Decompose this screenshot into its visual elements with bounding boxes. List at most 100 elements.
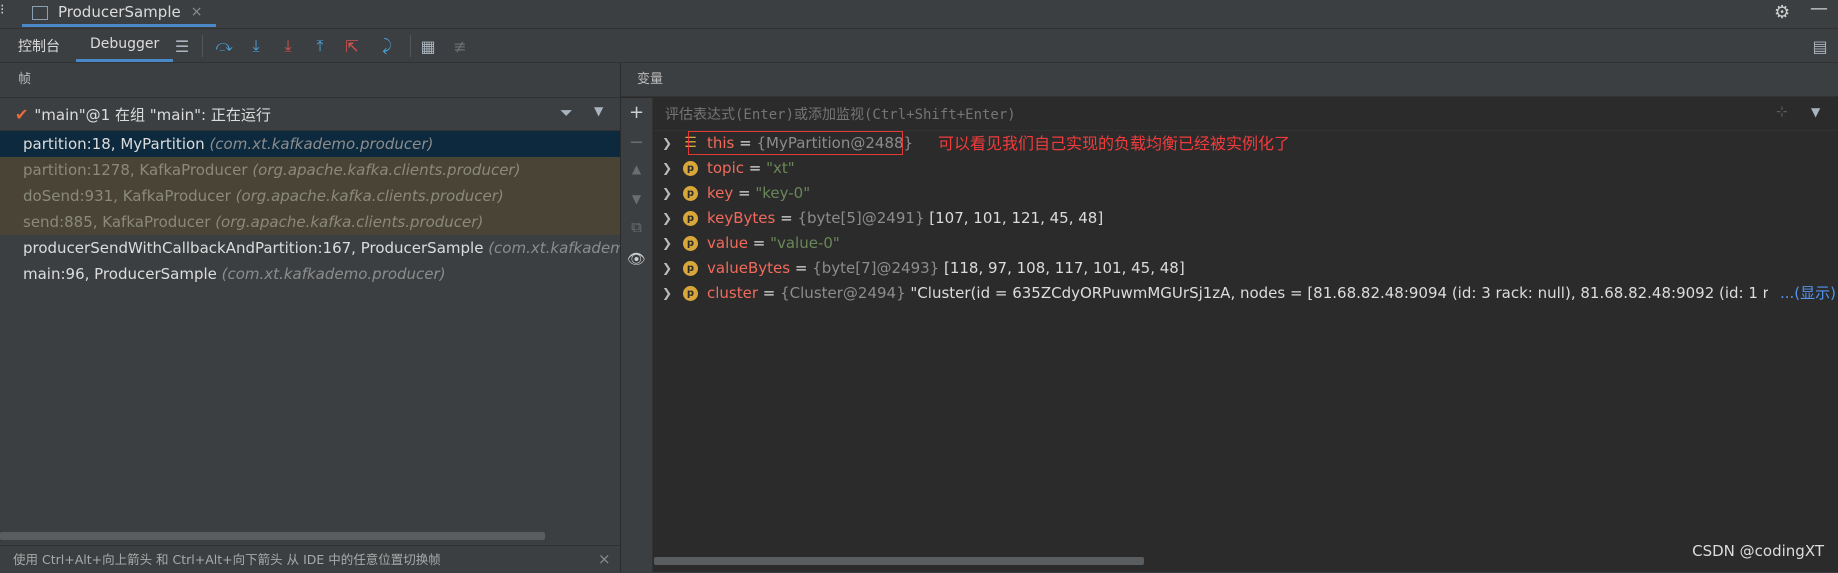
equals-sign: = xyxy=(758,284,781,302)
drop-frame-icon[interactable]: ⇱ xyxy=(340,34,364,58)
run-config-icon[interactable]: ⁝ xyxy=(0,2,4,18)
force-step-into-icon[interactable]: ⤓ xyxy=(276,34,300,58)
step-over-icon[interactable]: ⤼ xyxy=(212,34,236,58)
frames-horizontal-scrollbar[interactable] xyxy=(0,532,545,540)
toolbar-divider xyxy=(410,35,411,57)
equals-sign: = xyxy=(747,234,771,252)
editor-tab-bar: ⁝ ProducerSample × ⚙ — xyxy=(0,0,1838,29)
expand-chevron-icon[interactable]: ❯ xyxy=(662,131,672,156)
expand-chevron-icon[interactable]: ❯ xyxy=(662,206,672,231)
variables-tree: ❯ ☰ this = {MyPartition@2488} ❯ p topic = "xt… xyxy=(653,131,1838,306)
expand-chevron-icon[interactable]: ❯ xyxy=(662,156,672,181)
frames-list: partition:18, MyPartition (com.xt.kafkad… xyxy=(0,131,620,287)
stack-frame[interactable]: partition:18, MyPartition (com.xt.kafkad… xyxy=(0,131,620,157)
variable-name: keyBytes xyxy=(707,209,776,227)
variables-panel: 变量 + − ▲ ▼ ⧉ 👁 ⊹ ▼ ❯☰this = {MyPartition… xyxy=(621,63,1838,572)
frame-method: partition:18, MyPartition xyxy=(23,135,210,153)
run-to-cursor-icon[interactable]: ⤸ xyxy=(375,34,399,58)
variable-type: {Cluster@2494} xyxy=(780,284,911,302)
hint-close-icon[interactable]: × xyxy=(598,546,611,573)
step-out-icon[interactable]: ⤒ xyxy=(308,34,332,58)
equals-sign: = xyxy=(790,259,813,277)
annotation-text: 可以看见我们自己实现的负载均衡已经被实例化了 xyxy=(938,134,1291,153)
frame-package: (org.apache.kafka.clients.producer) xyxy=(235,187,504,205)
stack-frame[interactable]: partition:1278, KafkaProducer (org.apach… xyxy=(0,157,620,183)
expand-chevron-icon[interactable]: ❯ xyxy=(662,231,672,256)
stack-frame[interactable]: send:885, KafkaProducer (org.apache.kafk… xyxy=(0,209,620,235)
parameter-icon: p xyxy=(683,236,698,251)
tab-title: ProducerSample xyxy=(58,3,181,21)
frame-method: partition:1278, KafkaProducer xyxy=(23,161,253,179)
tab-debugger[interactable]: Debugger xyxy=(76,29,174,62)
variables-side-toolbar: + − ▲ ▼ ⧉ 👁 xyxy=(621,98,653,572)
stack-frame[interactable]: doSend:931, KafkaProducer (org.apache.ka… xyxy=(0,183,620,209)
evaluate-expression-input[interactable] xyxy=(663,102,1767,128)
stack-frame[interactable]: main:96, ProducerSample (com.xt.kafkadem… xyxy=(0,261,620,287)
minimize-icon[interactable]: — xyxy=(1810,0,1828,19)
frame-switch-hint: 使用 Ctrl+Alt+向上箭头 和 Ctrl+Alt+向下箭头 从 IDE 中… xyxy=(0,545,620,572)
filter-icon[interactable]: ⏷ xyxy=(560,103,573,123)
watermark: CSDN @codingXT xyxy=(1692,542,1824,560)
variables-horizontal-scrollbar[interactable] xyxy=(654,557,1144,565)
eval-dropdown-chevron-icon[interactable]: ▼ xyxy=(1811,105,1820,119)
variable-value: "key-0" xyxy=(755,184,811,202)
frame-package: (com.xt.kafkademo.producer) xyxy=(209,135,434,153)
parameter-icon: p xyxy=(683,161,698,176)
frame-package: (org.apache.kafka.clients.producer) xyxy=(215,213,484,231)
frames-panel: 帧 ✔ "main"@1 在组 "main": 正在运行 ⏷ ▼ partiti… xyxy=(0,63,621,572)
variable-value: "xt" xyxy=(766,159,795,177)
variable-row[interactable]: ❯ p cluster = {Cluster@2494} "Cluster(id =… xyxy=(653,281,1838,306)
show-more-link[interactable]: ...(显示) xyxy=(1779,281,1836,306)
frame-package: (com.xt.kafkademo. xyxy=(488,239,620,257)
settings-gear-icon[interactable]: ⚙ xyxy=(1774,2,1790,23)
layout-settings-icon[interactable]: ▤ xyxy=(1808,34,1832,58)
remove-watch-icon[interactable]: − xyxy=(621,132,652,153)
stack-frame[interactable]: producerSendWithCallbackAndPartition:167… xyxy=(0,235,620,261)
variable-name: value xyxy=(707,234,748,252)
parameter-icon: p xyxy=(683,286,698,301)
expand-chevron-icon[interactable]: ❯ xyxy=(662,181,672,206)
add-to-watches-icon[interactable]: ⊹ xyxy=(1776,104,1788,120)
copy-icon[interactable]: ⧉ xyxy=(621,218,652,236)
variable-name: cluster xyxy=(707,284,759,302)
variable-row[interactable]: ❯ p topic = "xt" xyxy=(653,156,1838,181)
equals-sign: = xyxy=(775,209,798,227)
move-down-icon[interactable]: ▼ xyxy=(621,192,652,206)
move-up-icon[interactable]: ▲ xyxy=(621,162,652,176)
variable-row[interactable]: ❯ p keyBytes = {byte[5]@2491} [107, 101, 1… xyxy=(653,206,1838,231)
step-into-icon[interactable]: ⤓ xyxy=(244,34,268,58)
frame-method: main:96, ProducerSample xyxy=(23,265,222,283)
highlight-box xyxy=(688,131,903,155)
variable-value: [107, 101, 121, 45, 48] xyxy=(929,209,1104,227)
trace-icon[interactable]: ≢ xyxy=(448,34,472,58)
variable-type: {byte[5]@2491} xyxy=(797,209,930,227)
frame-package: (org.apache.kafka.clients.producer) xyxy=(252,161,521,179)
parameter-icon: p xyxy=(683,211,698,226)
tab-close-icon[interactable]: × xyxy=(191,4,203,20)
evaluate-expression-icon[interactable]: ▦ xyxy=(416,34,440,58)
frame-method: producerSendWithCallbackAndPartition:167… xyxy=(23,239,489,257)
variable-name: valueBytes xyxy=(707,259,791,277)
expand-chevron-icon[interactable]: ❯ xyxy=(662,256,672,281)
menu-icon[interactable]: ☰ xyxy=(170,34,194,58)
variable-value: "Cluster(id = 635ZCdyORPuwmMGUrSj1zA, no… xyxy=(910,284,1768,302)
watch-eye-icon[interactable]: 👁 xyxy=(621,250,652,268)
hint-text: 使用 Ctrl+Alt+向上箭头 和 Ctrl+Alt+向下箭头 从 IDE 中… xyxy=(13,552,441,567)
parameter-icon: p xyxy=(683,186,698,201)
thread-selector[interactable]: ✔ "main"@1 在组 "main": 正在运行 ⏷ ▼ xyxy=(0,98,620,131)
frame-package: (com.xt.kafkademo.producer) xyxy=(221,265,446,283)
thread-label: "main"@1 在组 "main": 正在运行 xyxy=(34,105,271,124)
tab-console[interactable]: 控制台 xyxy=(18,29,60,62)
frame-method: doSend:931, KafkaProducer xyxy=(23,187,236,205)
variable-name: topic xyxy=(707,159,744,177)
variable-row[interactable]: ❯ p valueBytes = {byte[7]@2493} [118, 97, … xyxy=(653,256,1838,281)
variable-row[interactable]: ❯ p key = "key-0" xyxy=(653,181,1838,206)
class-file-icon xyxy=(32,6,48,20)
expand-chevron-icon[interactable]: ❯ xyxy=(662,281,672,306)
tab-producer-sample[interactable]: ProducerSample × xyxy=(22,0,217,27)
variable-row[interactable]: ❯ p value = "value-0" xyxy=(653,231,1838,256)
thread-dropdown-chevron-icon[interactable]: ▼ xyxy=(594,104,603,118)
equals-sign: = xyxy=(733,184,756,202)
variable-value: "value-0" xyxy=(770,234,840,252)
add-watch-icon[interactable]: + xyxy=(621,102,652,123)
